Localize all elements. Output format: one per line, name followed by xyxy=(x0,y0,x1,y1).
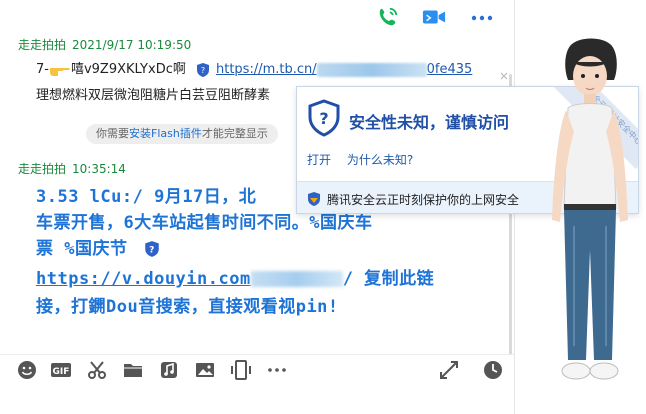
security-shield-icon[interactable]: ? xyxy=(196,62,210,78)
svg-text:GIF: GIF xyxy=(53,367,70,377)
history-clock-icon[interactable] xyxy=(482,359,504,381)
security-shield-icon[interactable]: ? xyxy=(144,240,160,258)
message-line: 票 %国庆节 ? xyxy=(36,234,166,259)
image-icon[interactable] xyxy=(194,359,216,381)
user-avatar-figure xyxy=(552,38,628,380)
popup-actions: 打开 为什么未知? xyxy=(307,151,425,168)
svg-text:?: ? xyxy=(149,245,155,255)
video-call-icon[interactable] xyxy=(422,6,446,28)
open-link-button[interactable]: 打开 xyxy=(307,153,331,167)
tencent-shield-icon xyxy=(308,192,320,206)
message-line: 理想燃料双层微泡阻糖片白芸豆阻断酵素 xyxy=(36,88,271,103)
why-unknown-link[interactable]: 为什么未知? xyxy=(347,153,413,167)
svg-text:?: ? xyxy=(319,109,328,128)
redacted-blur xyxy=(250,271,343,287)
message-line: https://v.douyin.com / 复制此链 xyxy=(36,269,435,289)
popup-title: 安全性未知，谨慎访问 xyxy=(349,113,510,132)
more-options-icon[interactable] xyxy=(470,6,494,28)
message-line: 接，打鐦Dou音搜索，直接观看视pin! xyxy=(36,297,339,317)
message-link[interactable]: https://m.tb.cn/0fe435 xyxy=(216,62,472,77)
phone-call-icon[interactable] xyxy=(376,6,400,28)
message-timestamp: 10:35:14 xyxy=(72,162,126,176)
warning-shield-icon: ? xyxy=(308,99,340,137)
message-sender: 走走拍拍 2021/9/17 10:19:50 xyxy=(18,36,191,53)
sender-name: 走走拍拍 xyxy=(18,162,67,176)
more-icon[interactable] xyxy=(266,359,288,381)
message-text: 7- xyxy=(36,62,49,77)
message-sender: 走走拍拍 10:35:14 xyxy=(18,160,126,177)
pointing-hand-emoji-icon xyxy=(49,67,70,76)
emoji-icon[interactable] xyxy=(16,359,38,381)
input-toolbar: GIF xyxy=(0,354,514,386)
message-timestamp: 2021/9/17 10:19:50 xyxy=(72,38,192,52)
redacted-blur xyxy=(316,62,427,77)
scissors-icon[interactable] xyxy=(86,359,108,381)
message-text: 嘻v9Z9XKLYxDc啊 xyxy=(70,62,186,77)
popup-footer-text: 腾讯安全云正时刻保护你的上网安全 xyxy=(327,193,520,207)
message-line: 7- 嘻v9Z9XKLYxDc啊 ? https://m.tb.cn/0fe435 xyxy=(36,58,472,78)
douyin-link[interactable]: https://v.douyin.com xyxy=(36,269,343,289)
expand-icon[interactable] xyxy=(438,359,460,381)
install-flash-link[interactable]: 安装Flash插件 xyxy=(129,127,202,140)
svg-text:?: ? xyxy=(201,66,205,75)
message-line: 3.53 lCu:/ 9月17日，北 xyxy=(36,187,257,207)
flash-notice: 你需要安装Flash插件才能完整显示 xyxy=(86,124,278,144)
screen-share-icon[interactable] xyxy=(230,359,252,381)
chat-header xyxy=(0,0,515,34)
music-icon[interactable] xyxy=(158,359,180,381)
gif-icon[interactable]: GIF xyxy=(50,359,72,381)
folder-icon[interactable] xyxy=(122,359,144,381)
sender-name: 走走拍拍 xyxy=(18,38,67,52)
close-icon[interactable] xyxy=(499,71,509,81)
